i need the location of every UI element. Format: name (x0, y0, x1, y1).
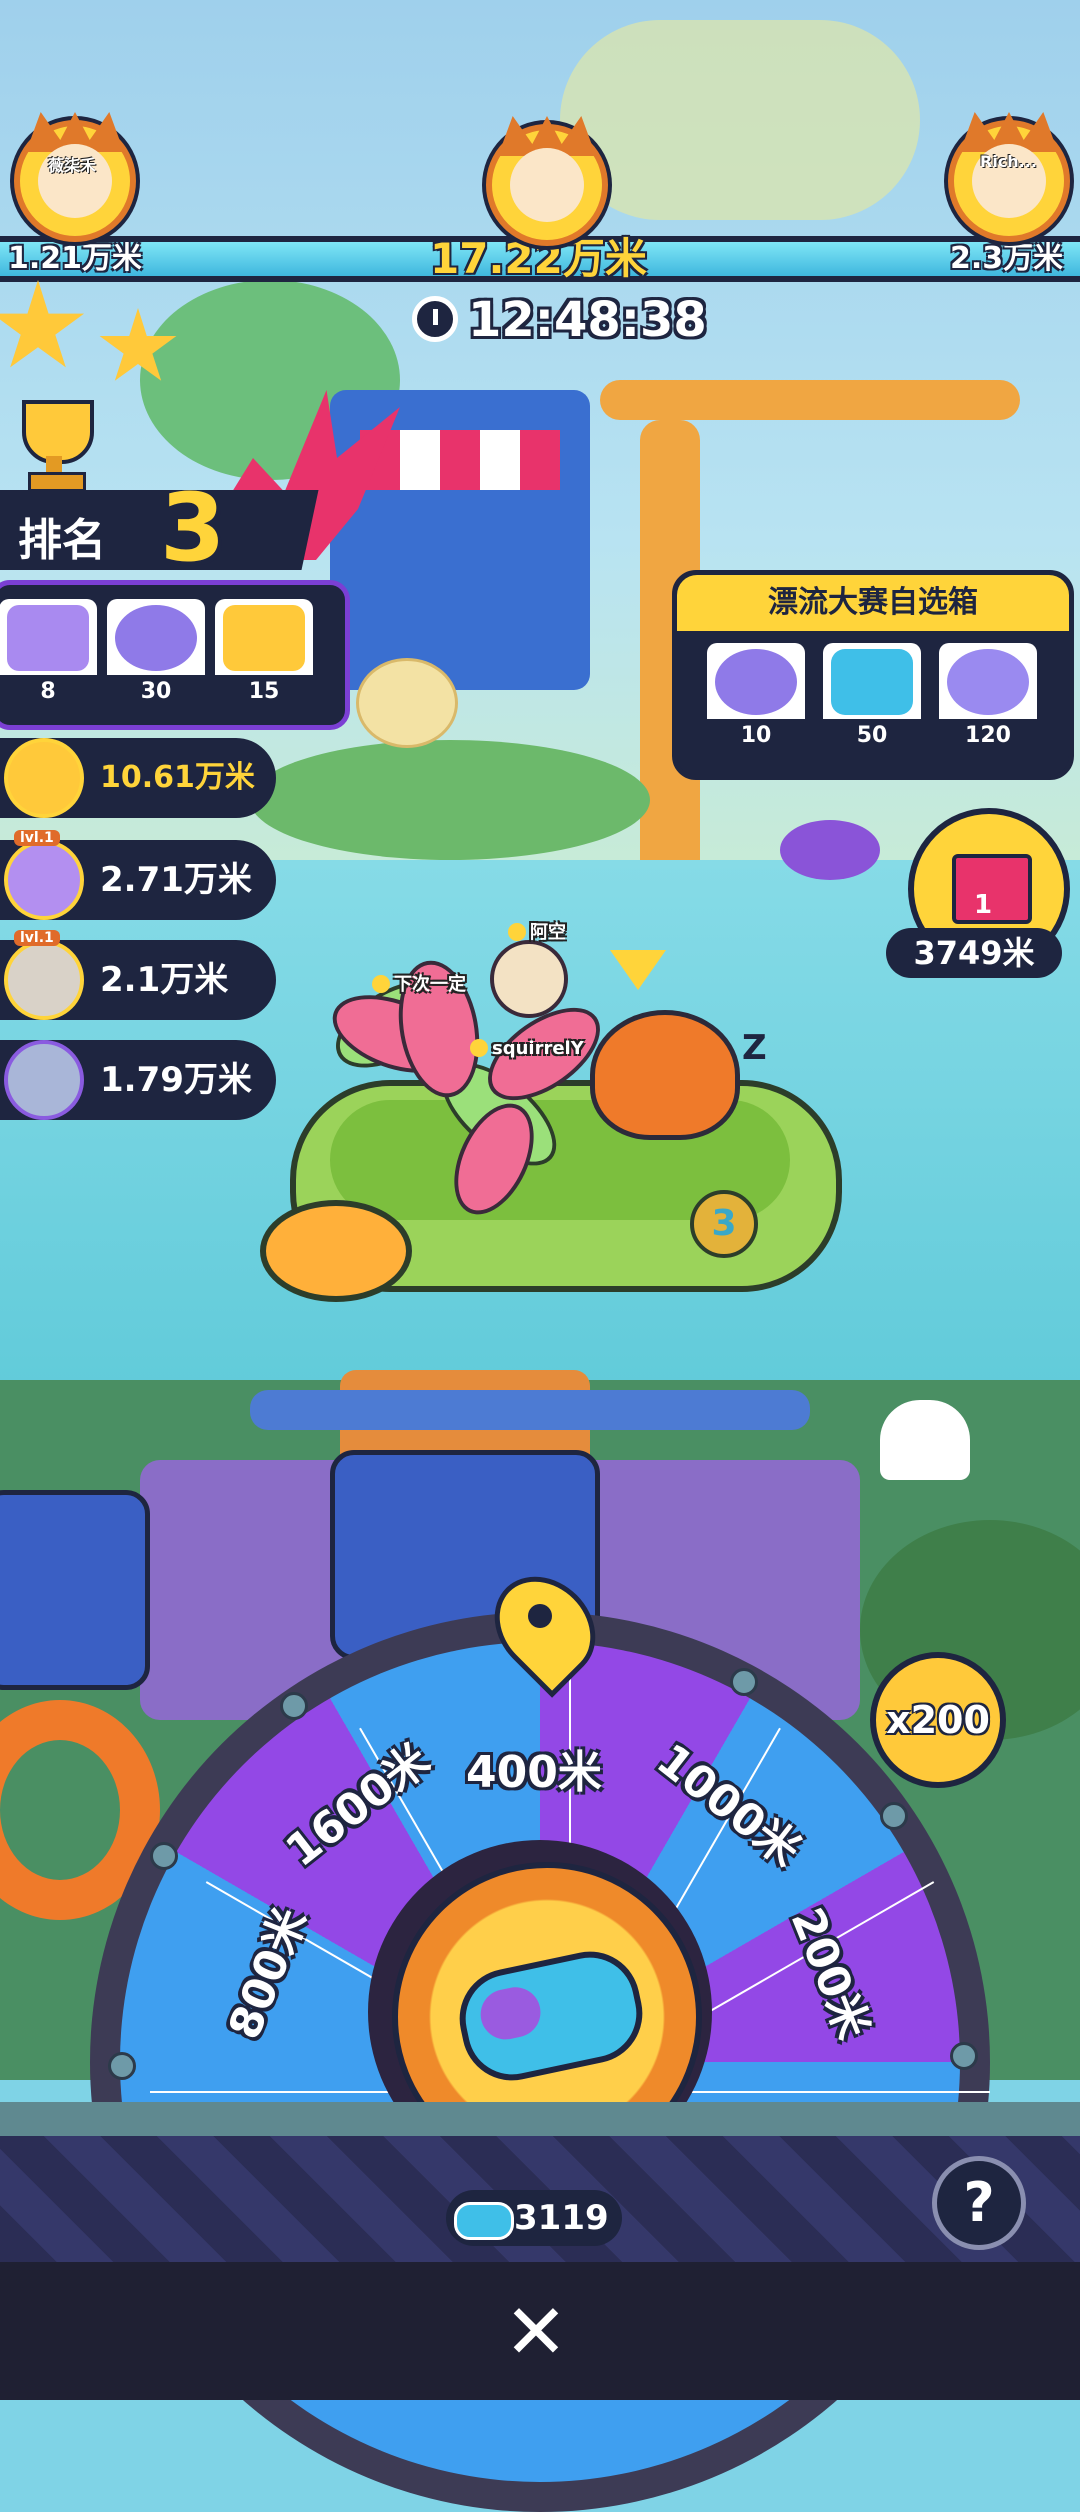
name-tag: 下次一定 (372, 970, 466, 996)
sleep-zz-icon: Z (742, 1028, 767, 1068)
shop-awning (360, 430, 560, 490)
ghost-capsule-icon (115, 605, 197, 671)
avatar (4, 940, 84, 1020)
gift-distance-badge: 3749米 (886, 928, 1062, 978)
selection-box-panel[interactable]: 漂流大赛自选箱 10 50 120 (672, 570, 1074, 780)
box-item-count: 120 (939, 719, 1037, 753)
box-item[interactable]: 120 (939, 643, 1037, 753)
player-distance: 10.61万米 (100, 760, 255, 795)
rank-number: 3 (160, 474, 226, 583)
leaderboard-right-avatar[interactable] (948, 112, 1070, 242)
name-tag-text: 下次一定 (394, 974, 466, 995)
reward-item[interactable]: 30 (107, 599, 205, 709)
close-button[interactable]: ✕ (496, 2292, 576, 2372)
avatar (4, 1040, 84, 1120)
rim-bolt (150, 1842, 178, 1870)
player-row[interactable]: 10.61万米 (0, 738, 276, 818)
selection-box-title: 漂流大赛自选箱 (677, 575, 1069, 631)
balloon-decoration (560, 20, 920, 220)
player-row[interactable]: 1.79万米 (0, 1040, 276, 1120)
multiplier-button[interactable]: x200 (870, 1652, 1006, 1788)
dock-pipe (250, 1390, 810, 1430)
player-face (510, 148, 584, 222)
player-distance: 1.79万米 (100, 1060, 252, 1100)
leaderboard-left-distance: 1.21万米 (8, 241, 143, 276)
reward-item[interactable]: 15 (215, 599, 313, 709)
leaderboard-center-avatar[interactable] (486, 116, 608, 246)
close-icon: ✕ (504, 2287, 568, 2376)
crown-badge-icon (372, 975, 390, 993)
rim-bolt (950, 2042, 978, 2070)
ticket-count: 3119 (514, 2198, 609, 2238)
reward-count: 30 (107, 675, 205, 709)
avatar (4, 738, 84, 818)
level-badge: lvl.1 (14, 930, 60, 946)
dock-crate (0, 1490, 150, 1690)
float-ring (780, 820, 880, 880)
box-item[interactable]: 50 (823, 643, 921, 753)
player-distance: 2.71万米 (100, 860, 252, 900)
gift-count: 1 (974, 890, 993, 920)
timer-value: 12:48:38 (468, 292, 707, 348)
rank-label: 排名 (18, 515, 106, 566)
slide-rail (600, 380, 1020, 420)
name-tag: 阿空 (508, 918, 566, 944)
help-icon: ? (963, 2171, 995, 2234)
box-item[interactable]: 10 (707, 643, 805, 753)
name-tag-text: squirrelY (492, 1038, 584, 1059)
name-tag: squirrelY (470, 1038, 584, 1059)
rim-bolt (730, 1668, 758, 1696)
badge-decoration (356, 658, 458, 748)
player-distance: 2.1万米 (100, 960, 229, 1000)
reward-item[interactable]: 8 (0, 599, 97, 709)
help-button[interactable]: ? (932, 2156, 1026, 2250)
boat-bow (260, 1200, 412, 1302)
shrub (250, 740, 650, 860)
boat-ticket-icon (454, 2202, 514, 2240)
ticket-counter: 3119 (446, 2190, 622, 2246)
wheel-segment-label: 400米 (466, 1747, 602, 1798)
wheel-pointer-dot (528, 1604, 552, 1628)
crown-badge-icon (470, 1039, 488, 1057)
boat-ticket-icon (450, 1942, 652, 2090)
rim-bolt (880, 1802, 908, 1830)
mystery-box-icon (7, 605, 89, 671)
name-tag-text: 阿空 (530, 922, 566, 943)
rim-bolt (280, 1692, 308, 1720)
multiplier-label: x200 (886, 1698, 990, 1742)
leaderboard-left-name: 薇柒禾 (48, 156, 97, 175)
leaderboard-right-distance: 2.3万米 (950, 241, 1064, 276)
level-badge: lvl.1 (14, 830, 60, 846)
fox-character (590, 1010, 740, 1140)
reward-count: 8 (0, 675, 97, 709)
player-row[interactable]: lvl.1 2.1万米 (0, 930, 276, 1020)
coin-stack-icon (947, 649, 1029, 715)
player-row[interactable]: lvl.1 2.71万米 (0, 830, 276, 920)
box-item-count: 10 (707, 719, 805, 753)
crown-badge-icon (508, 923, 526, 941)
leaderboard-left-avatar[interactable] (14, 112, 136, 242)
rank-reward-panel[interactable]: 8 30 15 (0, 580, 350, 730)
stopwatch-icon (412, 296, 458, 342)
reward-count: 15 (215, 675, 313, 709)
leaderboard-right-name: Rich... (980, 152, 1037, 171)
rank-card: 排名 3 (0, 470, 330, 583)
avatar (4, 840, 84, 920)
box-item-count: 50 (823, 719, 921, 753)
buoy (880, 1400, 970, 1480)
gold-ticket-icon (223, 605, 305, 671)
rim-bolt (108, 2052, 136, 2080)
character-head (490, 940, 568, 1018)
gift-distance: 3749米 (913, 934, 1035, 972)
boat-number: 3 (690, 1190, 758, 1258)
ghost-capsule-icon (715, 649, 797, 715)
base-lip (0, 2102, 1080, 2136)
boat-ticket-icon (831, 649, 913, 715)
